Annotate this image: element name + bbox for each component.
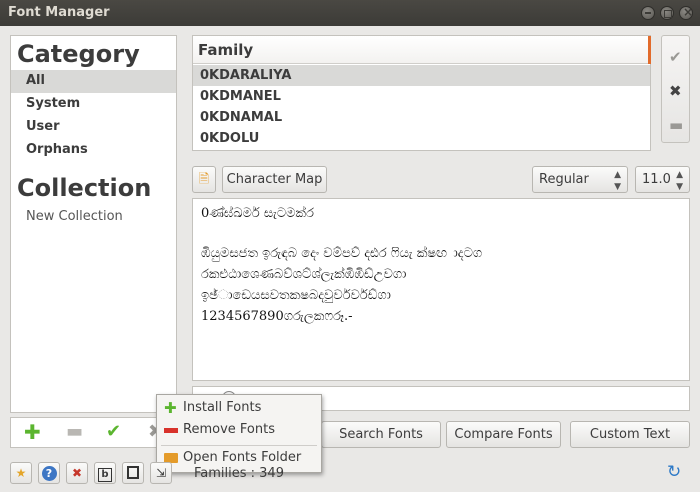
disable-font-x-icon[interactable]: ✖ [669,82,682,100]
preview-line: 0ණ්ඝ්ඛමර් සැටමක්ර [201,206,314,221]
preview-line: ඹියුමසජත ඉරුඳබ දෙං වම්පව් දඪර ෆියැ ක්ෂඟ … [201,246,483,261]
families-count: Families : 349 [194,466,284,481]
category-heading: Category [17,40,140,68]
refresh-icon[interactable]: ↻ [667,462,681,482]
remove-collection-icon[interactable]: ▬ [66,423,83,441]
category-item-user[interactable]: User [11,116,176,139]
preview-line: ඉඡ්ාඩෙයසවතකෂබදවුර්වර්වඩ්ගා [201,288,391,303]
remove-font-minus-icon[interactable]: ▬ [669,116,683,134]
menu-separator [161,445,317,446]
style-select[interactable]: Regular ▲ ▼ [532,166,628,193]
window-title: Font Manager [8,5,110,20]
cursor-icon: ⇲ [155,466,167,480]
search-fonts-button[interactable]: Search Fonts [321,421,441,448]
minimize-button[interactable] [641,6,655,20]
category-item-orphans[interactable]: Orphans [11,139,176,162]
font-info-icon: 🗎 [198,172,210,187]
enable-check-icon[interactable]: ✔ [106,423,121,441]
menu-item-label: Install Fonts [183,400,262,415]
category-item-all[interactable]: All [11,70,176,93]
font-config-icon: b [98,468,112,482]
custom-text-button[interactable]: Custom Text [570,421,690,448]
close-button[interactable] [679,5,693,20]
menu-item-remove-fonts[interactable]: Remove Fonts [157,419,321,441]
menu-item-label: Remove Fonts [183,422,275,437]
plus-icon: ✚ [164,399,177,417]
star-icon: ★ [15,466,27,480]
sidebar-toolbar: ✚ ▬ ✔ ✖ [10,417,177,448]
size-spinner[interactable]: 11.0 ▲ ▼ [635,166,690,193]
preview-line: 1234567890ගරුලකෆරූ.- [201,309,353,324]
help-icon: ? [41,466,57,481]
category-sidebar: Category All System User Orphans Collect… [10,35,177,413]
family-column-header[interactable]: Family [193,36,651,64]
family-row[interactable]: 0KDNAMAL [193,107,650,128]
add-collection-icon[interactable]: ✚ [24,422,41,442]
menu-item-label: Open Fonts Folder [183,450,302,465]
title-bar: Font Manager [0,0,700,26]
enable-font-check-icon[interactable]: ✔ [669,48,682,66]
family-list: Family 0KDARALIYA 0KDMANEL 0KDNAMAL 0KDO… [192,35,651,151]
family-row[interactable]: 0KDMANEL [193,86,650,107]
collection-item-new[interactable]: New Collection [26,209,123,224]
family-row[interactable]: 0KDARALIYA [193,65,650,86]
preview-line: රකළුඨාශෙණබව්ශට්ශ්ලැක්ඹිඹිඩ්උවගා [201,267,407,282]
tools-icon: ✖ [71,466,83,480]
preferences-button[interactable]: ✖ [66,462,88,484]
manage-button[interactable]: ⇲ [150,462,172,484]
font-config-button[interactable]: b [94,462,116,484]
size-spinner-value: 11.0 [642,172,671,187]
style-select-value: Regular [539,172,589,187]
compare-fonts-button[interactable]: Compare Fonts [446,421,561,448]
collection-heading: Collection [17,174,152,202]
star-button[interactable]: ★ [10,462,32,484]
family-tools: ✔ ✖ ▬ [661,35,690,143]
menu-item-install-fonts[interactable]: ✚ Install Fonts [157,397,321,419]
export-button[interactable] [122,462,144,484]
save-icon [127,466,139,479]
maximize-button[interactable] [660,6,674,20]
spinner-arrows-icon: ▲ ▼ [676,170,683,192]
install-popup-menu: ✚ Install Fonts Remove Fonts Open Fonts … [156,394,322,473]
minus-icon [164,428,178,433]
font-preview-area[interactable]: 0ණ්ඝ්ඛමර් සැටමක්ර ඹියුමසජත ඉරුඳබ දෙං වම්… [192,198,690,381]
family-row[interactable]: 0KDOLU [193,128,650,149]
font-info-button[interactable]: 🗎 [192,166,216,193]
category-item-system[interactable]: System [11,93,176,116]
updown-arrows-icon: ▲ ▼ [614,170,621,192]
character-map-button[interactable]: Character Map [222,166,327,193]
help-button[interactable]: ? [38,462,60,484]
